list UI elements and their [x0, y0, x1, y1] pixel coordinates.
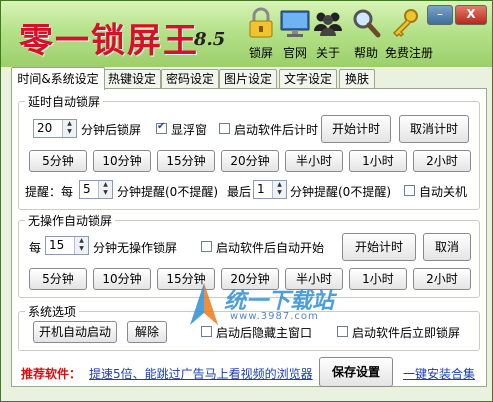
stepper-arrows[interactable]: ▲ ▼ [272, 181, 286, 198]
idle-minutes-stepper[interactable]: 15 ▲ ▼ [45, 236, 89, 255]
idle-preset-button[interactable]: 5分钟 [29, 268, 87, 290]
title-bar: 零一锁屏王 8.5 锁屏 官网 关于 帮助 免费注册 – X [1, 1, 492, 67]
reminder-last-prefix: 最后 [227, 185, 252, 199]
delay-preset-button[interactable]: 1小时 [349, 150, 407, 172]
users-icon [314, 12, 342, 36]
watermark-sub: www.3987.com [230, 311, 319, 322]
tab-hotkey[interactable]: 热键设定 [103, 69, 161, 88]
idle-preset-button[interactable]: 2小时 [413, 268, 471, 290]
auto-shutdown-checkbox[interactable] [404, 185, 415, 196]
system-options-title: 系统选项 [25, 303, 80, 320]
idle-start-after-launch-checkbox[interactable] [201, 241, 212, 252]
start-after-launch-checkbox[interactable] [219, 123, 230, 134]
tab-time-system[interactable]: 时间&系统设定 [11, 67, 105, 90]
reminder-every-value: 5 [83, 182, 91, 196]
close-button[interactable]: X [455, 5, 487, 25]
about-label: 关于 [315, 46, 340, 60]
watermark-logo-icon [190, 283, 218, 325]
idle-preset-button[interactable]: 10分钟 [93, 268, 151, 290]
delay-minutes-stepper[interactable]: 20 ▲ ▼ [33, 119, 77, 138]
auto-shutdown-label: 自动关机 [419, 185, 468, 199]
help-button[interactable]: 帮助 [346, 7, 386, 65]
delay-preset-button[interactable]: 20分钟 [221, 150, 279, 172]
delay-lock-title: 延时自动锁屏 [25, 93, 104, 110]
settings-panel: 延时自动锁屏 20 ▲▼ 分钟后锁屏 显浮窗 启动软件后计时 开始计时 取消计时… [11, 88, 487, 387]
app-title: 零一锁屏王 [19, 21, 199, 61]
delay-cancel-button[interactable]: 取消计时 [399, 115, 469, 143]
reminder-every-suffix: 分钟提醒(0不提醒) [117, 185, 218, 199]
delay-preset-button[interactable]: 10分钟 [93, 150, 151, 172]
help-label: 帮助 [353, 46, 378, 60]
tab-text[interactable]: 文字设定 [279, 69, 337, 88]
delay-preset-button[interactable]: 15分钟 [157, 150, 215, 172]
reminder-every-stepper[interactable]: 5 ▲ ▼ [79, 180, 113, 199]
reminder-last-stepper[interactable]: 1 ▲ ▼ [253, 180, 287, 199]
save-settings-button[interactable]: 保存设置 [319, 357, 393, 387]
delay-preset-button[interactable]: 5分钟 [29, 150, 87, 172]
remove-autostart-button[interactable]: 解除 [127, 321, 167, 343]
start-after-launch-label: 启动软件后计时 [234, 123, 319, 137]
reminder-prefix: 提醒：每 [25, 185, 74, 199]
monitor-icon [280, 10, 310, 37]
recommend-label: 推荐软件： [21, 367, 82, 381]
install-collection-link[interactable]: 一键安装合集 [403, 365, 475, 382]
key-icon [392, 9, 418, 38]
lock-on-start-label: 启动软件后立即锁屏 [352, 326, 461, 340]
stepper-arrows[interactable]: ▲ ▼ [74, 237, 88, 254]
idle-cancel-button[interactable]: 取消 [423, 233, 471, 261]
tab-image[interactable]: 图片设定 [219, 69, 277, 88]
register-label: 免费注册 [385, 46, 434, 60]
idle-minutes-suffix: 分钟无操作锁屏 [93, 241, 178, 255]
float-window-checkbox[interactable] [156, 121, 167, 134]
tab-password[interactable]: 密码设定 [161, 69, 219, 88]
watermark: 统一下载站 www.3987.com [184, 281, 364, 331]
idle-prefix: 每 [29, 241, 42, 255]
idle-start-button[interactable]: 开始计时 [342, 233, 416, 261]
idle-minutes-value: 15 [49, 238, 65, 252]
idle-start-after-launch-label: 启动软件后自动开始 [216, 241, 325, 255]
delay-start-button[interactable]: 开始计时 [321, 115, 391, 143]
delay-preset-button[interactable]: 半小时 [285, 150, 343, 172]
about-button[interactable]: 关于 [308, 7, 348, 65]
autostart-button[interactable]: 开机自动启动 [33, 321, 117, 343]
delay-minutes-value: 20 [37, 121, 53, 135]
recommend-link[interactable]: 提速5倍、能跳过广告马上看视频的浏览器 [89, 365, 313, 382]
minimize-button[interactable]: – [427, 5, 453, 25]
app-version: 8.5 [194, 29, 226, 50]
delay-preset-button[interactable]: 2小时 [413, 150, 471, 172]
reminder-last-value: 1 [257, 182, 265, 196]
app-window: 零一锁屏王 8.5 锁屏 官网 关于 帮助 免费注册 – X 时间&系统设定 热… [0, 0, 493, 402]
stepper-arrows[interactable]: ▲ ▼ [98, 181, 112, 198]
lock-icon [249, 7, 273, 38]
float-window-label: 显浮窗 [171, 123, 208, 137]
tab-skin[interactable]: 换肤 [339, 69, 375, 88]
idle-lock-title: 无操作自动锁屏 [25, 212, 116, 229]
delay-lock-group: 延时自动锁屏 20 ▲▼ 分钟后锁屏 显浮窗 启动软件后计时 开始计时 取消计时… [18, 93, 480, 210]
stepper-arrows[interactable]: ▲ ▼ [62, 120, 76, 137]
reminder-last-suffix: 分钟提醒(0不提醒) [290, 185, 391, 199]
magnifier-icon [353, 9, 381, 38]
register-button[interactable]: 免费注册 [385, 7, 434, 65]
delay-minutes-suffix: 分钟后锁屏 [81, 123, 142, 137]
